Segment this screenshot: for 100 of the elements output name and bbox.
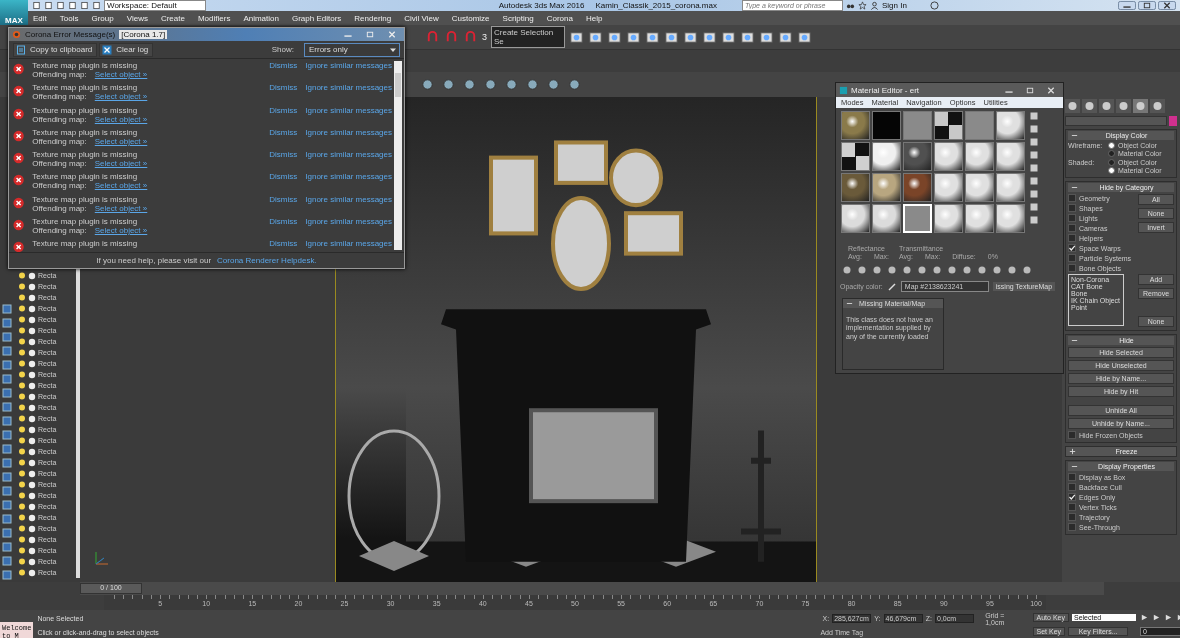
select-object-link[interactable]: Select object » [94,92,148,102]
material-slot[interactable] [934,173,963,202]
circle-icon[interactable] [28,403,36,412]
helpdesk-link[interactable]: Corona Renderer Helpdesk. [217,256,317,265]
material-slot[interactable] [872,204,901,233]
circle-icon[interactable] [28,293,36,302]
checkbox[interactable] [1068,214,1076,222]
checkbox[interactable] [1068,493,1076,501]
ignore-similar-link[interactable]: Ignore similar messages [305,83,392,93]
app-logo[interactable]: MAX [0,0,28,25]
panel-tab-icon[interactable] [1082,99,1097,113]
user-icon[interactable] [869,1,879,10]
menu-item[interactable]: Group [91,13,114,23]
panel-tab-icon[interactable] [1065,99,1080,113]
material-slot[interactable] [934,111,963,140]
color-swatch[interactable] [1169,116,1177,126]
material-slot[interactable] [965,173,994,202]
material-slot[interactable] [996,173,1025,202]
menu-item[interactable]: Animation [243,13,279,23]
checkbox[interactable] [1068,234,1076,242]
menu-item[interactable]: Graph Editors [291,13,342,23]
checkbox[interactable] [1068,513,1076,521]
circle-icon[interactable] [28,469,36,478]
clear-log-button[interactable]: Clear log [99,42,154,57]
selection-set-dropdown[interactable]: Create Selection Se [491,26,565,48]
circle-icon[interactable] [28,304,36,313]
circle-icon[interactable] [28,381,36,390]
material-slot[interactable] [996,142,1025,171]
circle-icon[interactable] [28,414,36,423]
select-object-link[interactable]: Select object » [94,203,148,213]
menu-item[interactable]: Rendering [354,13,392,23]
material-slot[interactable] [996,204,1025,233]
select-object-link[interactable]: Select object » [94,159,148,169]
checkbox[interactable] [1068,204,1076,212]
show-filter-dropdown[interactable]: Errors only [304,42,400,57]
radio-button[interactable] [1108,159,1115,166]
scrollbar[interactable] [394,61,402,250]
material-slot[interactable] [841,111,870,140]
panel-tab-icon[interactable] [1099,99,1114,113]
checkbox[interactable] [1068,224,1076,232]
circle-icon[interactable] [28,282,36,291]
circle-icon[interactable] [28,348,36,357]
circle-icon[interactable] [28,458,36,467]
circle-icon[interactable] [28,271,36,280]
circle-icon[interactable] [28,359,36,368]
dismiss-link[interactable]: Dismiss [269,239,298,249]
panel-tab-icon[interactable] [1133,99,1148,113]
ignore-similar-link[interactable]: Ignore similar messages [305,217,392,227]
select-object-link[interactable]: Select object » [94,226,148,236]
material-slot[interactable] [934,204,963,233]
checkbox[interactable] [1068,254,1076,262]
dismiss-link[interactable]: Dismiss [269,127,298,137]
ignore-similar-link[interactable]: Ignore similar messages [305,105,392,115]
radio-button[interactable] [1108,142,1115,149]
menu-item[interactable]: Tools [59,13,79,23]
checkbox[interactable] [1068,483,1076,491]
checkbox[interactable] [1068,264,1076,272]
select-object-link[interactable]: Select object » [94,114,148,124]
circle-icon[interactable] [28,392,36,401]
circle-icon[interactable] [28,425,36,434]
material-slot[interactable] [996,111,1025,140]
star-icon[interactable] [857,1,867,10]
material-slot[interactable] [903,142,932,171]
circle-icon[interactable] [28,436,36,445]
circle-icon[interactable] [28,557,36,566]
menu-item[interactable]: Edit [33,13,47,23]
select-object-link[interactable]: Select object » [94,70,148,79]
circle-icon[interactable] [28,326,36,335]
eyedropper-icon[interactable] [886,281,897,292]
ignore-similar-link[interactable]: Ignore similar messages [305,61,392,70]
menu-item[interactable]: Views [126,13,148,23]
circle-icon[interactable] [28,546,36,555]
circle-icon[interactable] [28,502,36,511]
dismiss-link[interactable]: Dismiss [269,172,298,182]
minimize-icon[interactable] [1118,1,1136,10]
checkbox[interactable] [1068,194,1076,202]
menu-item[interactable]: Create [160,13,185,23]
circle-icon[interactable] [28,568,36,577]
dismiss-link[interactable]: Dismiss [269,61,298,70]
name-field[interactable] [1065,116,1167,126]
panel-tab-icon[interactable] [1150,99,1165,113]
circle-icon[interactable] [28,447,36,456]
checkbox[interactable] [1068,503,1076,511]
copy-to-clipboard-button[interactable]: Copy to clipboard [13,42,98,57]
material-slot[interactable] [934,142,963,171]
dismiss-link[interactable]: Dismiss [269,105,298,115]
circle-icon[interactable] [28,370,36,379]
material-slot[interactable] [965,204,994,233]
circle-icon[interactable] [28,480,36,489]
dismiss-link[interactable]: Dismiss [269,150,298,160]
menu-item[interactable]: Customize [451,13,490,23]
sign-in-link[interactable]: Sign In [881,1,907,10]
ignore-similar-link[interactable]: Ignore similar messages [305,150,392,160]
menu-item[interactable]: Help [585,13,603,23]
close-icon[interactable] [1158,1,1176,10]
dismiss-link[interactable]: Dismiss [269,83,298,93]
menu-item[interactable]: Civil View [404,13,439,23]
checkbox[interactable] [1068,473,1076,481]
ignore-similar-link[interactable]: Ignore similar messages [305,239,392,249]
menu-item[interactable]: Scripting [502,13,534,23]
